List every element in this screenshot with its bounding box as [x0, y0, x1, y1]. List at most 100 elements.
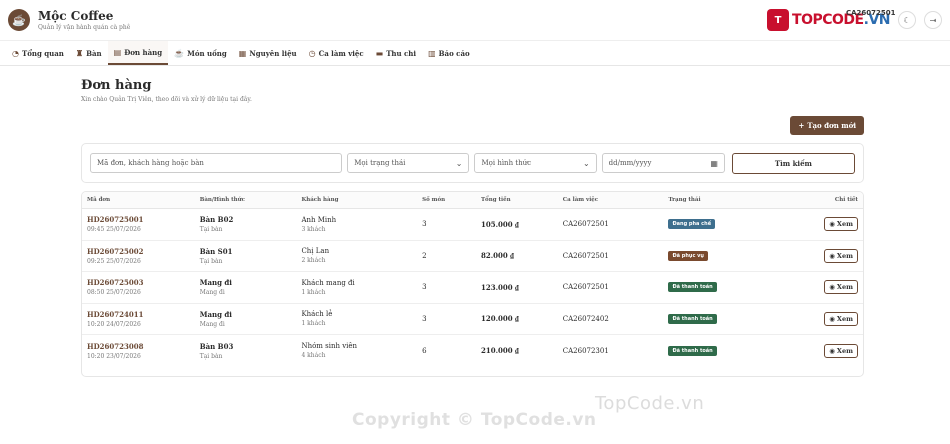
nav-label: Thu chi	[386, 48, 417, 58]
item-count: 3	[422, 314, 427, 323]
moon-icon[interactable]: ☾	[898, 11, 916, 29]
logout-icon[interactable]: ⇥	[924, 11, 942, 29]
view-button[interactable]: ◉ Xem	[824, 311, 858, 326]
item-count: 3	[422, 220, 427, 229]
nav-ca-lam-viec[interactable]: ◷ Ca làm việc	[303, 41, 370, 65]
order-shift: CA26072301	[562, 346, 609, 355]
service-method: Tại bàn	[199, 352, 223, 360]
service-method: Mang đi	[199, 320, 225, 328]
view-button[interactable]: ◉ Xem	[824, 217, 858, 232]
order-code[interactable]: HD260725003	[87, 278, 200, 287]
table-name: Bàn B03	[199, 341, 234, 351]
table-cell: Bàn B03 Tại bàn	[200, 342, 302, 360]
order-code[interactable]: HD260723008	[87, 342, 200, 351]
nav-don-hang[interactable]: ▤ Đơn hàng	[107, 41, 169, 65]
nav-label: Báo cáo	[438, 48, 470, 58]
order-total: 123.000 ₫	[480, 282, 519, 292]
eye-icon: ◉	[829, 314, 835, 323]
table-name: Bàn S01	[199, 246, 233, 256]
view-label: Xem	[836, 220, 853, 229]
status-badge: Đã phục vụ	[668, 250, 708, 261]
order-code[interactable]: HD260725002	[87, 247, 200, 256]
watermark-copyright: Copyright © TopCode.vn	[352, 410, 597, 430]
plus-icon: +	[798, 121, 805, 130]
eye-icon: ◉	[829, 251, 835, 260]
shift-code: CA26072501	[846, 9, 896, 17]
order-shift: CA26072501	[562, 283, 609, 292]
customer-cell: Nhóm sinh viên 4 khách	[301, 342, 422, 359]
method-select[interactable]: Mọi hình thức ⌄	[474, 153, 597, 173]
service-method: Tại bàn	[199, 257, 223, 265]
order-time: 09:45 25/07/2026	[87, 226, 141, 234]
view-label: Xem	[836, 346, 853, 355]
order-code[interactable]: HD260725001	[87, 215, 200, 224]
table-row: HD260725002 09:25 25/07/2026 Bàn S01 Tại bà…	[82, 241, 863, 272]
view-label: Xem	[836, 251, 853, 260]
nav-nguyen-lieu[interactable]: ▦ Nguyên liệu	[233, 41, 303, 65]
item-count: 6	[422, 346, 427, 355]
status-cell: Đã phục vụ	[668, 250, 788, 261]
col-header: Khách hàng	[301, 197, 339, 203]
guest-count: 1 khách	[301, 320, 326, 328]
table-name: Bàn B02	[199, 215, 234, 225]
eye-icon: ◉	[829, 220, 835, 229]
detail-cell: ◉ Xem	[788, 248, 863, 263]
coffee-cup-icon[interactable]: ☕	[8, 9, 30, 31]
clock-icon: ◷	[308, 48, 316, 58]
dashboard-icon: ◔	[12, 48, 19, 58]
item-count: 2	[422, 251, 427, 260]
order-shift: CA26072402	[562, 314, 609, 323]
nav-label: Bàn	[86, 48, 102, 58]
order-total: 105.000 ₫	[480, 219, 519, 229]
create-order-button[interactable]: + Tạo đơn mới	[790, 116, 864, 135]
page-title: Đơn hàng	[81, 78, 152, 93]
app-subtitle: Quản lý vận hành quán cà phê	[38, 23, 131, 31]
status-cell: Đã thanh toán	[668, 345, 788, 356]
nav-thu-chi[interactable]: ▬ Thu chi	[370, 41, 422, 65]
chevron-down-icon: ⌄	[582, 158, 590, 168]
method-select-value: Mọi hình thức	[481, 159, 532, 167]
chair-icon: ♜	[75, 48, 84, 58]
nav-label: Nguyên liệu	[249, 48, 297, 58]
eye-icon: ◉	[829, 346, 835, 355]
table-row: HD260723008 10:20 23/07/2026 Bàn B03 Tại bà…	[82, 335, 863, 367]
search-button[interactable]: Tìm kiếm	[731, 152, 855, 174]
nav-bao-cao[interactable]: ▥ Báo cáo	[422, 41, 476, 65]
nav-tong-quan[interactable]: ◔ Tổng quan	[6, 41, 70, 65]
customer-cell: Anh Minh 3 khách	[301, 216, 422, 233]
table-name: Mang đi	[199, 309, 232, 319]
nav-mon-uong[interactable]: ☕ Món uống	[168, 41, 233, 65]
view-button[interactable]: ◉ Xem	[824, 343, 858, 358]
table-name: Mang đi	[199, 278, 232, 288]
app-name: Mộc Coffee	[38, 8, 114, 23]
detail-cell: ◉ Xem	[788, 217, 863, 232]
date-input[interactable]: dd/mm/yyyy ▦	[601, 153, 725, 173]
service-method: Tại bàn	[199, 226, 223, 234]
view-button[interactable]: ◉ Xem	[824, 280, 858, 295]
order-code[interactable]: HD260724011	[87, 310, 200, 319]
view-button[interactable]: ◉ Xem	[824, 248, 858, 263]
filter-bar: Mã đơn, khách hàng hoặc bàn Mọi trạng th…	[81, 143, 864, 183]
customer-name: Khách mang đi	[301, 278, 355, 287]
watermark-site: TopCode.vn	[595, 393, 705, 414]
status-select[interactable]: Mọi trạng thái ⌄	[347, 153, 470, 173]
col-header: Tổng tiền	[480, 197, 511, 203]
table-row: HD260725003 08:50 25/07/2026 Mang đi Mang đ…	[82, 272, 863, 304]
customer-name: Chị Lan	[301, 247, 330, 256]
order-total: 120.000 ₫	[480, 314, 519, 324]
col-header: Mã đơn	[87, 197, 111, 203]
view-label: Xem	[836, 283, 853, 292]
col-header: Chi tiết	[834, 197, 858, 203]
wallet-icon: ▬	[375, 48, 384, 58]
guest-count: 1 khách	[301, 288, 326, 296]
status-badge: Đã thanh toán	[668, 282, 717, 293]
table-body: HD260725001 09:45 25/07/2026 Bàn B02 Tại bà…	[82, 209, 863, 367]
status-cell: Đã thanh toán	[668, 282, 788, 293]
main-content: Đơn hàng Xin chào Quản Trị Viên, theo dõ…	[81, 66, 864, 377]
col-header: Trạng thái	[668, 197, 701, 203]
order-shift: CA26072501	[562, 220, 609, 229]
view-label: Xem	[836, 314, 853, 323]
nav-ban[interactable]: ♜ Bàn	[70, 41, 108, 65]
orders-table: Mã đơn Bàn/Hình thức Khách hàng Số món T…	[81, 191, 864, 377]
search-input[interactable]: Mã đơn, khách hàng hoặc bàn	[90, 153, 343, 173]
